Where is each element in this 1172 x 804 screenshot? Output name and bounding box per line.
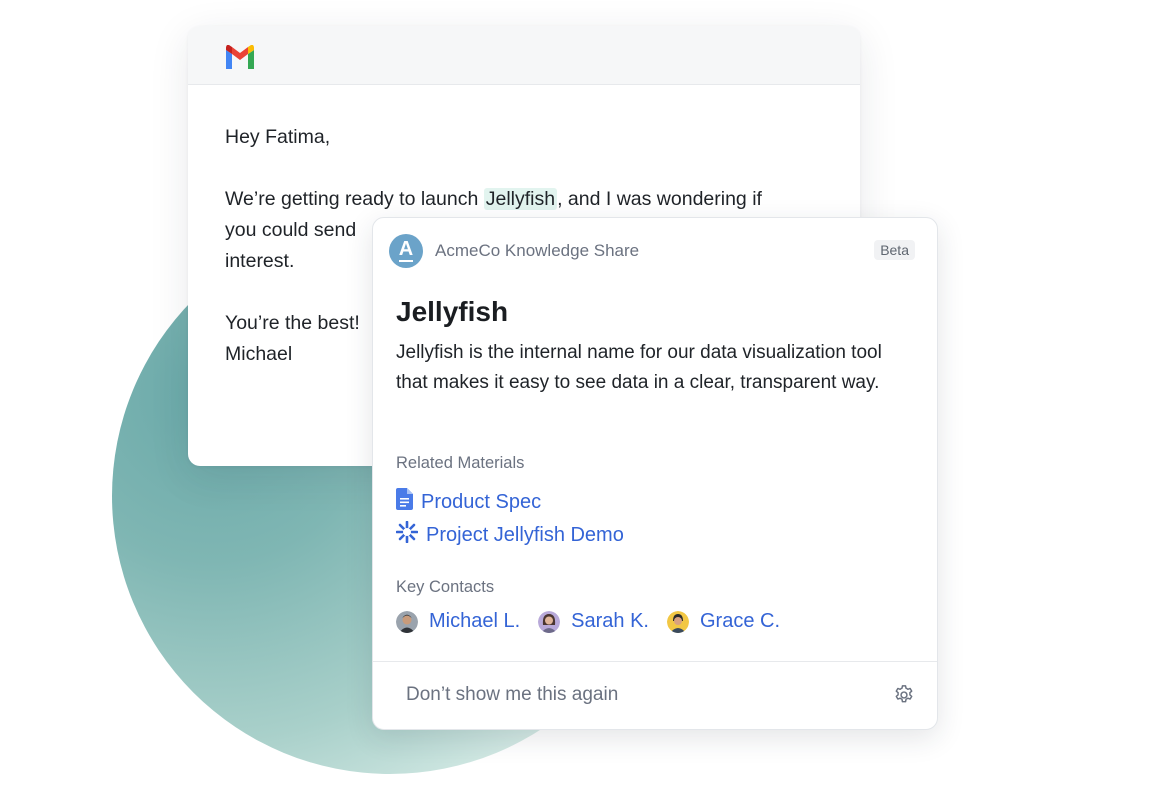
avatar [666,610,689,633]
avatar [538,610,561,633]
gmail-logo-icon [224,44,256,74]
related-link-project-demo[interactable]: Project Jellyfish Demo [395,520,624,549]
knowledge-card: A AcmeCo Knowledge Share Beta Jellyfish … [372,217,938,730]
beta-badge: Beta [874,240,915,260]
card-title: Jellyfish [396,296,509,327]
document-icon [396,488,413,516]
contact-sarah[interactable]: Sarah K. [538,610,649,633]
gear-icon[interactable] [893,684,915,711]
card-header: A AcmeCo Knowledge Share Beta [389,234,915,268]
email-header [188,26,860,85]
related-link-product-spec[interactable]: Product Spec [396,488,541,516]
app-name: AcmeCo Knowledge Share [435,241,640,260]
contacts-list: Michael L. Sarah K. Grace C. [396,610,798,633]
avatar [396,610,418,633]
dont-show-again-link[interactable]: Don’t show me this again [406,684,618,706]
card-description: Jellyfish is the internal name for our d… [396,342,882,393]
email-paragraph: We’re getting ready to launch Jellyfish,… [225,188,762,210]
sparkle-icon [395,520,419,549]
highlighted-term[interactable]: Jellyfish [483,188,558,210]
contact-michael[interactable]: Michael L. [396,610,520,633]
key-contacts-label: Key Contacts [396,578,495,596]
email-greeting: Hey Fatima, [225,126,331,148]
card-footer: Don’t show me this again [373,661,937,729]
acmeco-logo-icon: A [389,234,423,268]
contact-grace[interactable]: Grace C. [666,610,780,633]
related-materials-label: Related Materials [396,454,525,472]
